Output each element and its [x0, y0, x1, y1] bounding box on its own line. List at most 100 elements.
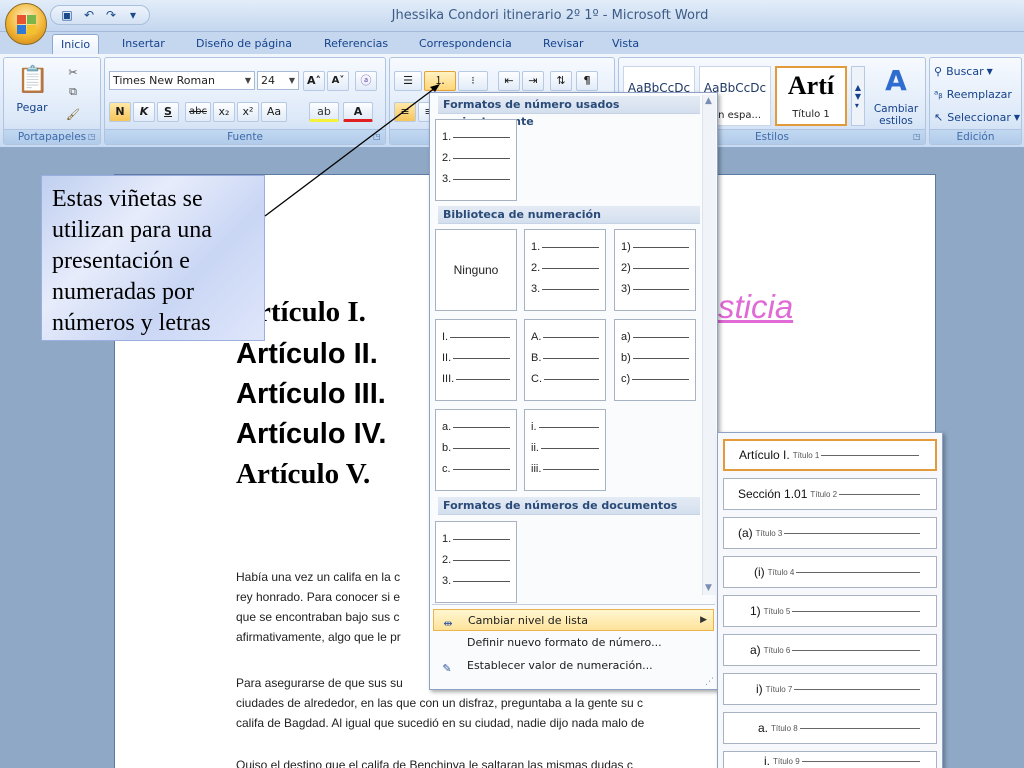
copy-icon[interactable]: ⧉ [64, 84, 82, 100]
scroll-up-icon[interactable]: ▲ [705, 96, 712, 106]
superscript-button[interactable]: x² [237, 102, 259, 122]
style-heading-1-name: Título 1 [792, 109, 830, 120]
shrink-font-button[interactable]: A˅ [327, 71, 349, 91]
define-number-format-item[interactable]: Definir nuevo formato de número... [433, 632, 714, 654]
find-label: Buscar [946, 64, 984, 78]
tab-insertar[interactable]: Insertar [114, 34, 173, 54]
numbering-none[interactable]: Ninguno [435, 229, 517, 311]
numbering-alpha-lower-paren[interactable]: a) b) c) [614, 319, 696, 401]
list-level-icon: ⇹ [443, 617, 453, 630]
list-level-6[interactable]: a) Título 6 [723, 634, 937, 666]
font-color-icon[interactable]: A [343, 102, 373, 122]
list-level-3[interactable]: (a) Título 3 [723, 517, 937, 549]
tile-label: iii. [531, 463, 542, 475]
list-level-5[interactable]: 1) Título 5 [723, 595, 937, 627]
level-number: a) [750, 643, 761, 657]
level-style: Título 5 [763, 606, 791, 616]
resize-grip-icon[interactable]: ⋰ [705, 677, 714, 687]
list-level-8[interactable]: a. Título 8 [723, 712, 937, 744]
set-numbering-value-item[interactable]: ✎ Establecer valor de numeración... [433, 655, 714, 677]
numbering-roman-upper[interactable]: I. II. III. [435, 319, 517, 401]
increase-indent-icon[interactable]: ⇥ [522, 71, 544, 91]
bold-button[interactable]: N [109, 102, 131, 122]
numbering-alpha-lower-dot[interactable]: a. b. c. [435, 409, 517, 491]
change-styles-button[interactable]: Cambiar estilos [867, 102, 925, 128]
change-list-level-item[interactable]: ⇹ Cambiar nivel de lista ▶ [433, 609, 714, 631]
level-style: Título 2 [810, 489, 838, 499]
tile-label: 2) [621, 262, 631, 274]
tab-revisar[interactable]: Revisar [535, 34, 591, 54]
change-case-button[interactable]: Aa [261, 102, 287, 122]
numbering-roman-lower[interactable]: i. ii. iii. [524, 409, 606, 491]
clear-format-icon[interactable]: ⓐ [355, 71, 377, 91]
set-numbering-value-label: Establecer valor de numeración... [467, 659, 653, 672]
numbering-alpha-upper[interactable]: A. B. C. [524, 319, 606, 401]
recent-number-format[interactable]: 1. 2. 3. [435, 119, 517, 201]
underline-button[interactable]: S [157, 102, 179, 122]
decrease-indent-icon[interactable]: ⇤ [498, 71, 520, 91]
numbering-arabic-dot[interactable]: 1. 2. 3. [524, 229, 606, 311]
tab-correspondencia[interactable]: Correspondencia [411, 34, 520, 54]
align-left-icon[interactable]: ≡ [394, 102, 416, 122]
list-level-9[interactable]: i. Título 9 [723, 751, 937, 768]
style-heading-1[interactable]: Artí Título 1 [775, 66, 847, 126]
strikethrough-button[interactable]: abc [185, 102, 211, 122]
numbering-arabic-paren[interactable]: 1) 2) 3) [614, 229, 696, 311]
level-style: Título 1 [792, 450, 820, 460]
subscript-button[interactable]: x₂ [213, 102, 235, 122]
window-title: Jhessika Condori itinerario 2º 1º - Micr… [391, 8, 709, 23]
clipboard-launcher-icon[interactable]: ◳ [88, 133, 97, 142]
list-level-7[interactable]: i) Título 7 [723, 673, 937, 705]
font-launcher-icon[interactable]: ◳ [373, 133, 382, 142]
show-marks-button[interactable]: ¶ [576, 71, 598, 91]
tab-diseno-pagina[interactable]: Diseño de página [188, 34, 300, 54]
list-level-1[interactable]: Artículo I. Título 1 [723, 439, 937, 471]
callout-line: Estas viñetas se [52, 186, 203, 212]
article-heading-3: Artículo III. [236, 378, 386, 410]
change-styles-icon[interactable]: A [871, 62, 921, 98]
font-name-box[interactable]: Times New Roman ▼ [109, 71, 255, 90]
level-number: 1) [750, 604, 761, 618]
cut-icon[interactable]: ✂ [64, 64, 82, 80]
document-number-format[interactable]: 1. 2. 3. [435, 521, 517, 603]
clipboard-group-label: Portapapeles [4, 129, 100, 144]
tile-label: A. [531, 331, 542, 343]
highlight-icon[interactable]: ab [309, 102, 339, 122]
tile-label: 1. [442, 533, 452, 545]
list-level-2[interactable]: Sección 1.01 Título 2 [723, 478, 937, 510]
tab-inicio[interactable]: Inicio [52, 34, 100, 54]
styles-gallery-scroll[interactable]: ▲ ▼ ▾ [851, 66, 865, 126]
pink-heading-text: sticia [718, 288, 794, 325]
level-number: i) [756, 682, 763, 696]
tab-referencias[interactable]: Referencias [316, 34, 396, 54]
italic-button[interactable]: K [133, 102, 155, 122]
sort-icon[interactable]: ⇅ [550, 71, 572, 91]
font-group-label: Fuente [105, 129, 385, 144]
tile-label: a. [442, 421, 452, 433]
tab-vista[interactable]: Vista [604, 34, 647, 54]
find-button[interactable]: ⚲ Buscar ▼ [934, 62, 1022, 80]
tile-label: 2. [442, 152, 452, 164]
format-painter-icon[interactable]: 🖌 [64, 106, 82, 122]
list-level-4[interactable]: (i) Título 4 [723, 556, 937, 588]
tile-label: 3) [621, 283, 631, 295]
select-button[interactable]: ↖ Seleccionar ▼ [934, 108, 1022, 126]
tile-label: 1. [442, 131, 452, 143]
replace-button[interactable]: ᵃᵦ Reemplazar [934, 85, 1022, 103]
styles-launcher-icon[interactable]: ◳ [913, 133, 922, 142]
menu-scrollbar[interactable]: ▲ ▼ [702, 95, 716, 595]
bullets-icon[interactable]: ☰ [394, 71, 422, 91]
paste-button[interactable]: Pegar [10, 100, 54, 114]
paragraph-line: Había una vez un califa en la c [236, 570, 401, 584]
numbering-icon[interactable]: ⒈ [424, 71, 456, 91]
numbering-value-icon: ✎ [442, 662, 452, 675]
office-logo-icon [17, 15, 37, 35]
font-size-box[interactable]: 24 ▼ [257, 71, 299, 90]
office-button[interactable] [5, 3, 47, 45]
multilevel-list-icon[interactable]: ⁝ [458, 71, 488, 91]
tile-label: I. [442, 331, 449, 343]
paste-icon[interactable]: 📋 [14, 62, 52, 98]
scroll-down-icon[interactable]: ▼ [705, 583, 712, 593]
grow-font-button[interactable]: A˄ [303, 71, 325, 91]
tile-label: C. [531, 373, 542, 385]
